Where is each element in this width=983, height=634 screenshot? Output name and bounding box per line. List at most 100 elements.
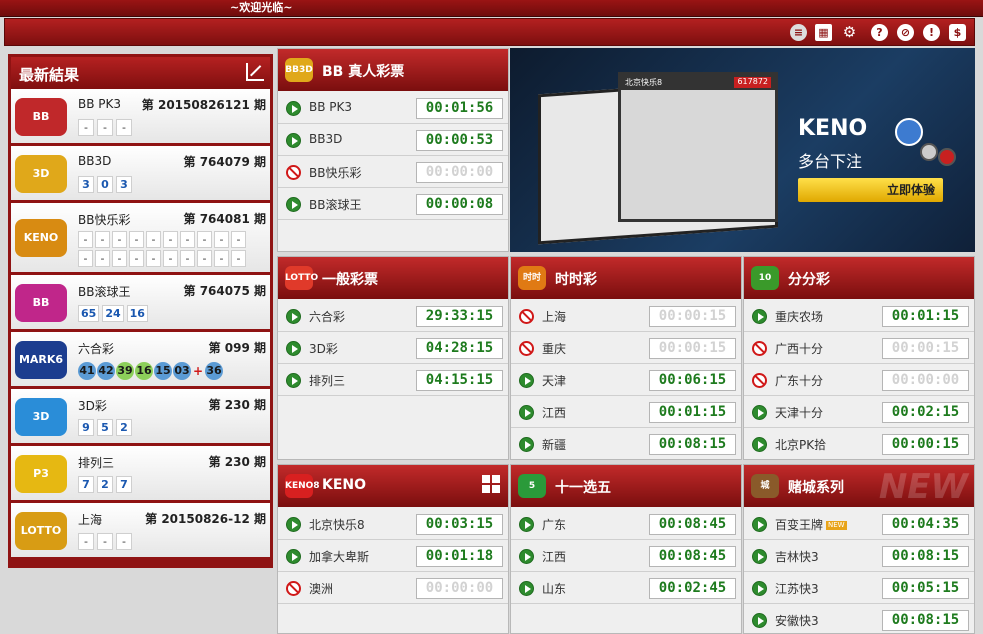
result-ball: - bbox=[197, 231, 212, 248]
countdown-timer: 00:00:15 bbox=[649, 306, 736, 327]
result-ball: 7 bbox=[78, 476, 94, 493]
game-name: 重庆 bbox=[542, 342, 567, 356]
game-row[interactable]: 江苏快3 00:05:15 bbox=[744, 572, 974, 604]
panel-header: LOTTO 一般彩票 bbox=[278, 257, 508, 299]
result-row[interactable]: 3D 3D彩 第 230 期 9 5 2 bbox=[11, 389, 270, 446]
game-row[interactable]: 江西 00:08:45 bbox=[511, 540, 741, 572]
result-row[interactable]: BB BB滚球王 第 764075 期 65 24 16 bbox=[11, 275, 270, 332]
game-row[interactable]: 加拿大卑斯 00:01:18 bbox=[278, 540, 508, 572]
game-name: 百变王牌 bbox=[775, 518, 824, 532]
rules-icon[interactable]: ⊘ bbox=[897, 24, 914, 41]
game-name: 江苏快3 bbox=[775, 582, 819, 596]
countdown-timer: 00:00:53 bbox=[416, 130, 503, 151]
game-row[interactable]: 安徽快3 00:08:15 bbox=[744, 604, 974, 634]
help-icon[interactable]: ? bbox=[871, 24, 888, 41]
keno8-icon: KENO8 bbox=[285, 474, 320, 498]
result-ball: 0 bbox=[97, 176, 113, 193]
game-name: 江西 bbox=[542, 406, 567, 420]
double-arrow-icon: » bbox=[927, 183, 935, 197]
new-badge: NEW bbox=[826, 521, 847, 530]
result-row[interactable]: KENO BB快乐彩 第 764081 期 - - - - - - - - - … bbox=[11, 203, 270, 275]
try-now-button[interactable]: 立即体验» bbox=[798, 178, 943, 202]
play-icon bbox=[519, 373, 534, 388]
result-ball: 2 bbox=[116, 419, 132, 436]
game-row[interactable]: 天津 00:06:15 bbox=[511, 364, 741, 396]
game-row[interactable]: 百变王牌 NEW 00:04:35 bbox=[744, 508, 974, 540]
dollar-icon[interactable]: $ bbox=[949, 24, 966, 41]
result-ball: - bbox=[180, 231, 195, 248]
result-ball: - bbox=[112, 250, 127, 267]
result-ball: - bbox=[116, 533, 132, 550]
result-issue: 第 764075 期 bbox=[183, 284, 266, 298]
closed-icon bbox=[519, 341, 534, 356]
play-icon bbox=[752, 517, 767, 532]
play-icon bbox=[286, 373, 301, 388]
bb-live-lottery-panel: BB3D BB 真人彩票 BB PK3 00:01:56 BB3D 00:00:… bbox=[277, 48, 509, 252]
toolbar: ≡ ▦ ⚙ ? ⊘ ! $ bbox=[4, 18, 975, 46]
game-row[interactable]: 北京PK拾 00:00:15 bbox=[744, 428, 974, 460]
game-row[interactable]: BB滚球王 00:00:08 bbox=[278, 188, 508, 220]
result-ball: 16 bbox=[126, 305, 148, 322]
game-row[interactable]: 3D彩 04:28:15 bbox=[278, 332, 508, 364]
result-ball: - bbox=[163, 250, 178, 267]
result-ball: 39 bbox=[116, 362, 134, 380]
gears-icon[interactable]: ⚙ bbox=[841, 24, 858, 41]
countdown-timer: 00:00:08 bbox=[416, 194, 503, 215]
countdown-timer: 00:01:15 bbox=[649, 402, 736, 423]
game-row[interactable]: 广东十分 00:00:00 bbox=[744, 364, 974, 396]
game-row[interactable]: 排列三 04:15:15 bbox=[278, 364, 508, 396]
game-row[interactable]: 广西十分 00:00:15 bbox=[744, 332, 974, 364]
result-row[interactable]: BB BB PK3 第 20150826121 期 - - - bbox=[11, 89, 270, 146]
countdown-timer: 00:00:15 bbox=[882, 434, 969, 455]
play-icon bbox=[519, 549, 534, 564]
game-name: 山东 bbox=[542, 582, 567, 596]
game-row[interactable]: 上海 00:00:15 bbox=[511, 300, 741, 332]
game-row[interactable]: 六合彩 29:33:15 bbox=[278, 300, 508, 332]
play-icon bbox=[286, 341, 301, 356]
coin-stack-icon[interactable]: ≡ bbox=[790, 24, 807, 41]
calendar-icon[interactable]: ▦ bbox=[815, 24, 832, 41]
game-row[interactable]: 重庆 00:00:15 bbox=[511, 332, 741, 364]
result-ball: 16 bbox=[135, 362, 153, 380]
alert-icon[interactable]: ! bbox=[923, 24, 940, 41]
result-ball: 7 bbox=[116, 476, 132, 493]
result-row[interactable]: P3 排列三 第 230 期 7 2 7 bbox=[11, 446, 270, 503]
game-row[interactable]: 吉林快3 00:08:15 bbox=[744, 540, 974, 572]
expand-icon[interactable] bbox=[246, 63, 264, 81]
game-name: BB PK3 bbox=[309, 100, 353, 114]
game-row[interactable]: 澳洲 00:00:00 bbox=[278, 572, 508, 604]
result-ball: - bbox=[129, 231, 144, 248]
countdown-timer: 00:08:45 bbox=[649, 514, 736, 535]
game-row[interactable]: 山东 00:02:45 bbox=[511, 572, 741, 604]
game-row[interactable]: 重庆农场 00:01:15 bbox=[744, 300, 974, 332]
game-row[interactable]: 北京快乐8 00:03:15 bbox=[278, 508, 508, 540]
game-name: 3D彩 bbox=[309, 342, 338, 356]
game-row[interactable]: 天津十分 00:02:15 bbox=[744, 396, 974, 428]
result-row[interactable]: MARK6 六合彩 第 099 期 41 42 39 16 15 03 + 36 bbox=[11, 332, 270, 389]
game-name: 吉林快3 bbox=[775, 550, 819, 564]
game-row[interactable]: 广东 00:08:45 bbox=[511, 508, 741, 540]
game-row[interactable]: 江西 00:01:15 bbox=[511, 396, 741, 428]
game-row[interactable]: BB快乐彩 00:00:00 bbox=[278, 156, 508, 188]
fenfen-icon: 10 bbox=[751, 266, 779, 290]
result-ball: - bbox=[97, 119, 113, 136]
result-name: BB滚球王 bbox=[78, 285, 131, 299]
countdown-timer: 00:00:15 bbox=[882, 338, 969, 359]
play-icon bbox=[286, 549, 301, 564]
result-ball: 24 bbox=[102, 305, 124, 322]
grid-view-icon[interactable] bbox=[482, 475, 500, 493]
result-row[interactable]: 3D BB3D 第 764079 期 3 0 3 bbox=[11, 146, 270, 203]
promo-brand: KENO bbox=[798, 116, 868, 141]
countdown-timer: 00:01:15 bbox=[882, 306, 969, 327]
countdown-timer: 00:08:15 bbox=[882, 610, 969, 631]
result-ball: - bbox=[214, 250, 229, 267]
game-row[interactable]: BB PK3 00:01:56 bbox=[278, 92, 508, 124]
keno-promo-banner[interactable]: 北京快乐8 617872 KENO 多台下注 立即体验» bbox=[510, 48, 975, 252]
result-row[interactable]: LOTTO 上海 第 20150826-12 期 - - - bbox=[11, 503, 270, 560]
closed-icon bbox=[286, 165, 301, 180]
result-issue: 第 099 期 bbox=[208, 341, 266, 355]
bb3d-icon: BB3D bbox=[285, 58, 313, 82]
game-row[interactable]: BB3D 00:00:53 bbox=[278, 124, 508, 156]
game-row[interactable]: 新疆 00:08:15 bbox=[511, 428, 741, 460]
result-name: 3D彩 bbox=[78, 399, 107, 413]
